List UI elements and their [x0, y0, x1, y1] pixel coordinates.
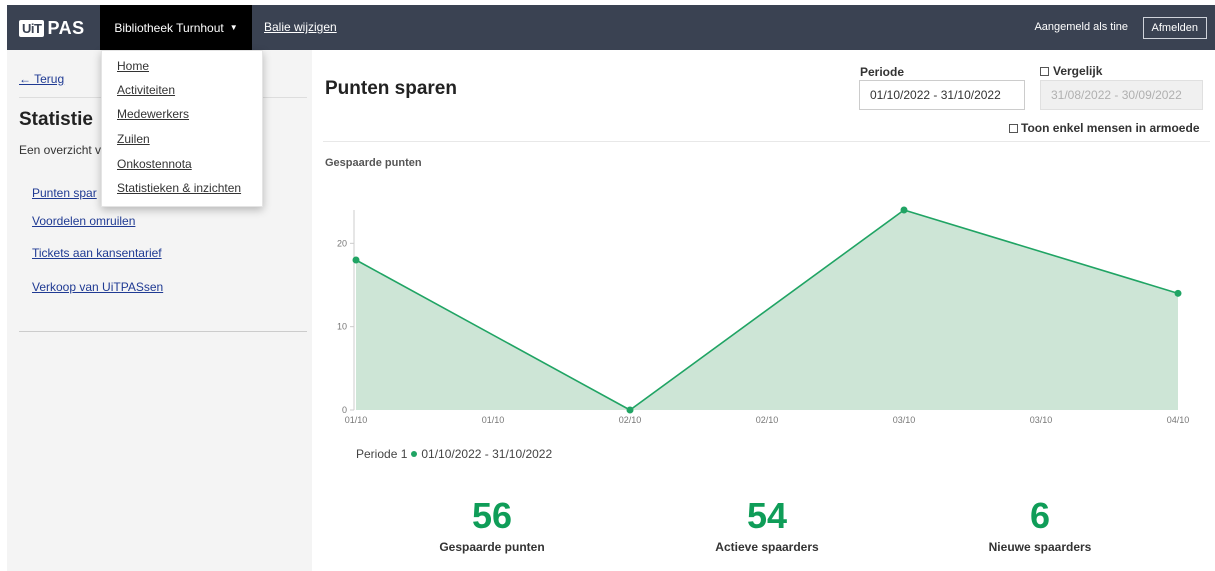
y-tick-label: 0: [342, 405, 347, 415]
menu-item-statistieken[interactable]: Statistieken & inzichten: [117, 181, 241, 195]
sidebar-description: Een overzicht v: [19, 143, 102, 157]
y-tick-label: 10: [337, 322, 347, 332]
logo-pas: PAS: [47, 17, 85, 38]
points-area-chart: 0 10 20 01/10 01/10 02/10 02/10 03/10 03/10 04/10: [337, 206, 1190, 425]
sidebar-item-punten-sparen[interactable]: Punten spar: [32, 186, 97, 200]
menu-item-activiteiten[interactable]: Activiteiten: [117, 83, 175, 97]
vergelijk-checkbox-box[interactable]: [1040, 66, 1049, 76]
data-point: [626, 406, 634, 414]
logout-button[interactable]: Afmelden: [1142, 17, 1207, 39]
x-tick-label: 02/10: [619, 415, 642, 425]
uitpas-logo[interactable]: UiT PAS: [19, 17, 85, 39]
sidebar-divider-bottom: [19, 331, 307, 332]
chart-legend: Periode 1 01/10/2022 - 31/10/2022: [356, 447, 552, 461]
x-tick-label: 01/10: [482, 415, 505, 425]
menu-item-home[interactable]: Home: [117, 59, 149, 73]
back-link[interactable]: ← Terug: [19, 72, 64, 86]
x-tick-label: 04/10: [1167, 415, 1190, 425]
caret-down-icon: ▼: [229, 23, 238, 32]
x-tick-label: 03/10: [893, 415, 916, 425]
armoede-checkbox[interactable]: Toon enkel mensen in armoede: [1009, 121, 1200, 135]
periode-label: Periode: [860, 65, 905, 79]
periode-input[interactable]: [859, 80, 1025, 110]
x-tick-label: 01/10: [345, 415, 368, 425]
x-tick-label: 03/10: [1030, 415, 1053, 425]
x-tick-label: 02/10: [756, 415, 779, 425]
legend-dot-icon: [411, 451, 418, 457]
stat-value: 54: [746, 495, 788, 536]
stat-label: Gespaarde punten: [439, 540, 545, 554]
data-point: [1174, 289, 1182, 297]
sidebar-item-verkoop-uitpassen[interactable]: Verkoop van UiTPASsen: [32, 280, 163, 294]
organisation-label: Bibliotheek Turnhout: [114, 20, 224, 35]
menu-item-zuilen[interactable]: Zuilen: [117, 132, 150, 146]
logo-uit: UiT: [19, 19, 45, 37]
vergelijk-checkbox[interactable]: Vergelijk: [1040, 64, 1102, 78]
stat-value: 6: [1029, 495, 1051, 536]
legend-period-label: Periode 1: [356, 447, 408, 461]
organisation-dropdown-menu: Home Activiteiten Medewerkers Zuilen Onk…: [101, 50, 263, 207]
legend-period-range: 01/10/2022 - 31/10/2022: [421, 447, 553, 461]
sidebar-item-voordelen-omruilen[interactable]: Voordelen omruilen: [32, 214, 135, 228]
stat-label: Nieuwe spaarders: [988, 540, 1092, 554]
data-point: [352, 256, 360, 264]
top-navbar: UiT PAS Bibliotheek Turnhout ▼ Balie wij…: [7, 5, 1215, 50]
armoede-checkbox-box[interactable]: [1009, 123, 1018, 133]
stat-actieve-spaarders: 54 Actieve spaarders: [667, 495, 867, 555]
vergelijk-input: [1040, 80, 1203, 110]
y-tick-label: 20: [337, 238, 347, 248]
sidebar-title: Statistie: [19, 109, 93, 130]
balie-wijzigen-link[interactable]: Balie wijzigen: [264, 20, 337, 34]
data-point: [900, 206, 908, 214]
logged-in-text: Aangemeld als tine: [1034, 21, 1128, 33]
chart-title: Gespaarde punten: [325, 157, 422, 169]
vergelijk-label: Vergelijk: [1053, 64, 1103, 78]
stat-nieuwe-spaarders: 6 Nieuwe spaarders: [940, 495, 1140, 555]
page-title: Punten sparen: [325, 78, 457, 99]
organisation-dropdown-button[interactable]: Bibliotheek Turnhout ▼: [100, 5, 252, 50]
sidebar-item-tickets-kansentarief[interactable]: Tickets aan kansentarief: [32, 246, 162, 260]
main-divider: [323, 141, 1210, 142]
stat-label: Actieve spaarders: [715, 540, 819, 554]
menu-item-onkostennota[interactable]: Onkostennota: [117, 157, 192, 171]
armoede-label: Toon enkel mensen in armoede: [1021, 121, 1200, 135]
menu-item-medewerkers[interactable]: Medewerkers: [117, 107, 189, 121]
stat-value: 56: [471, 495, 513, 536]
stat-gespaarde-punten: 56 Gespaarde punten: [392, 495, 592, 555]
